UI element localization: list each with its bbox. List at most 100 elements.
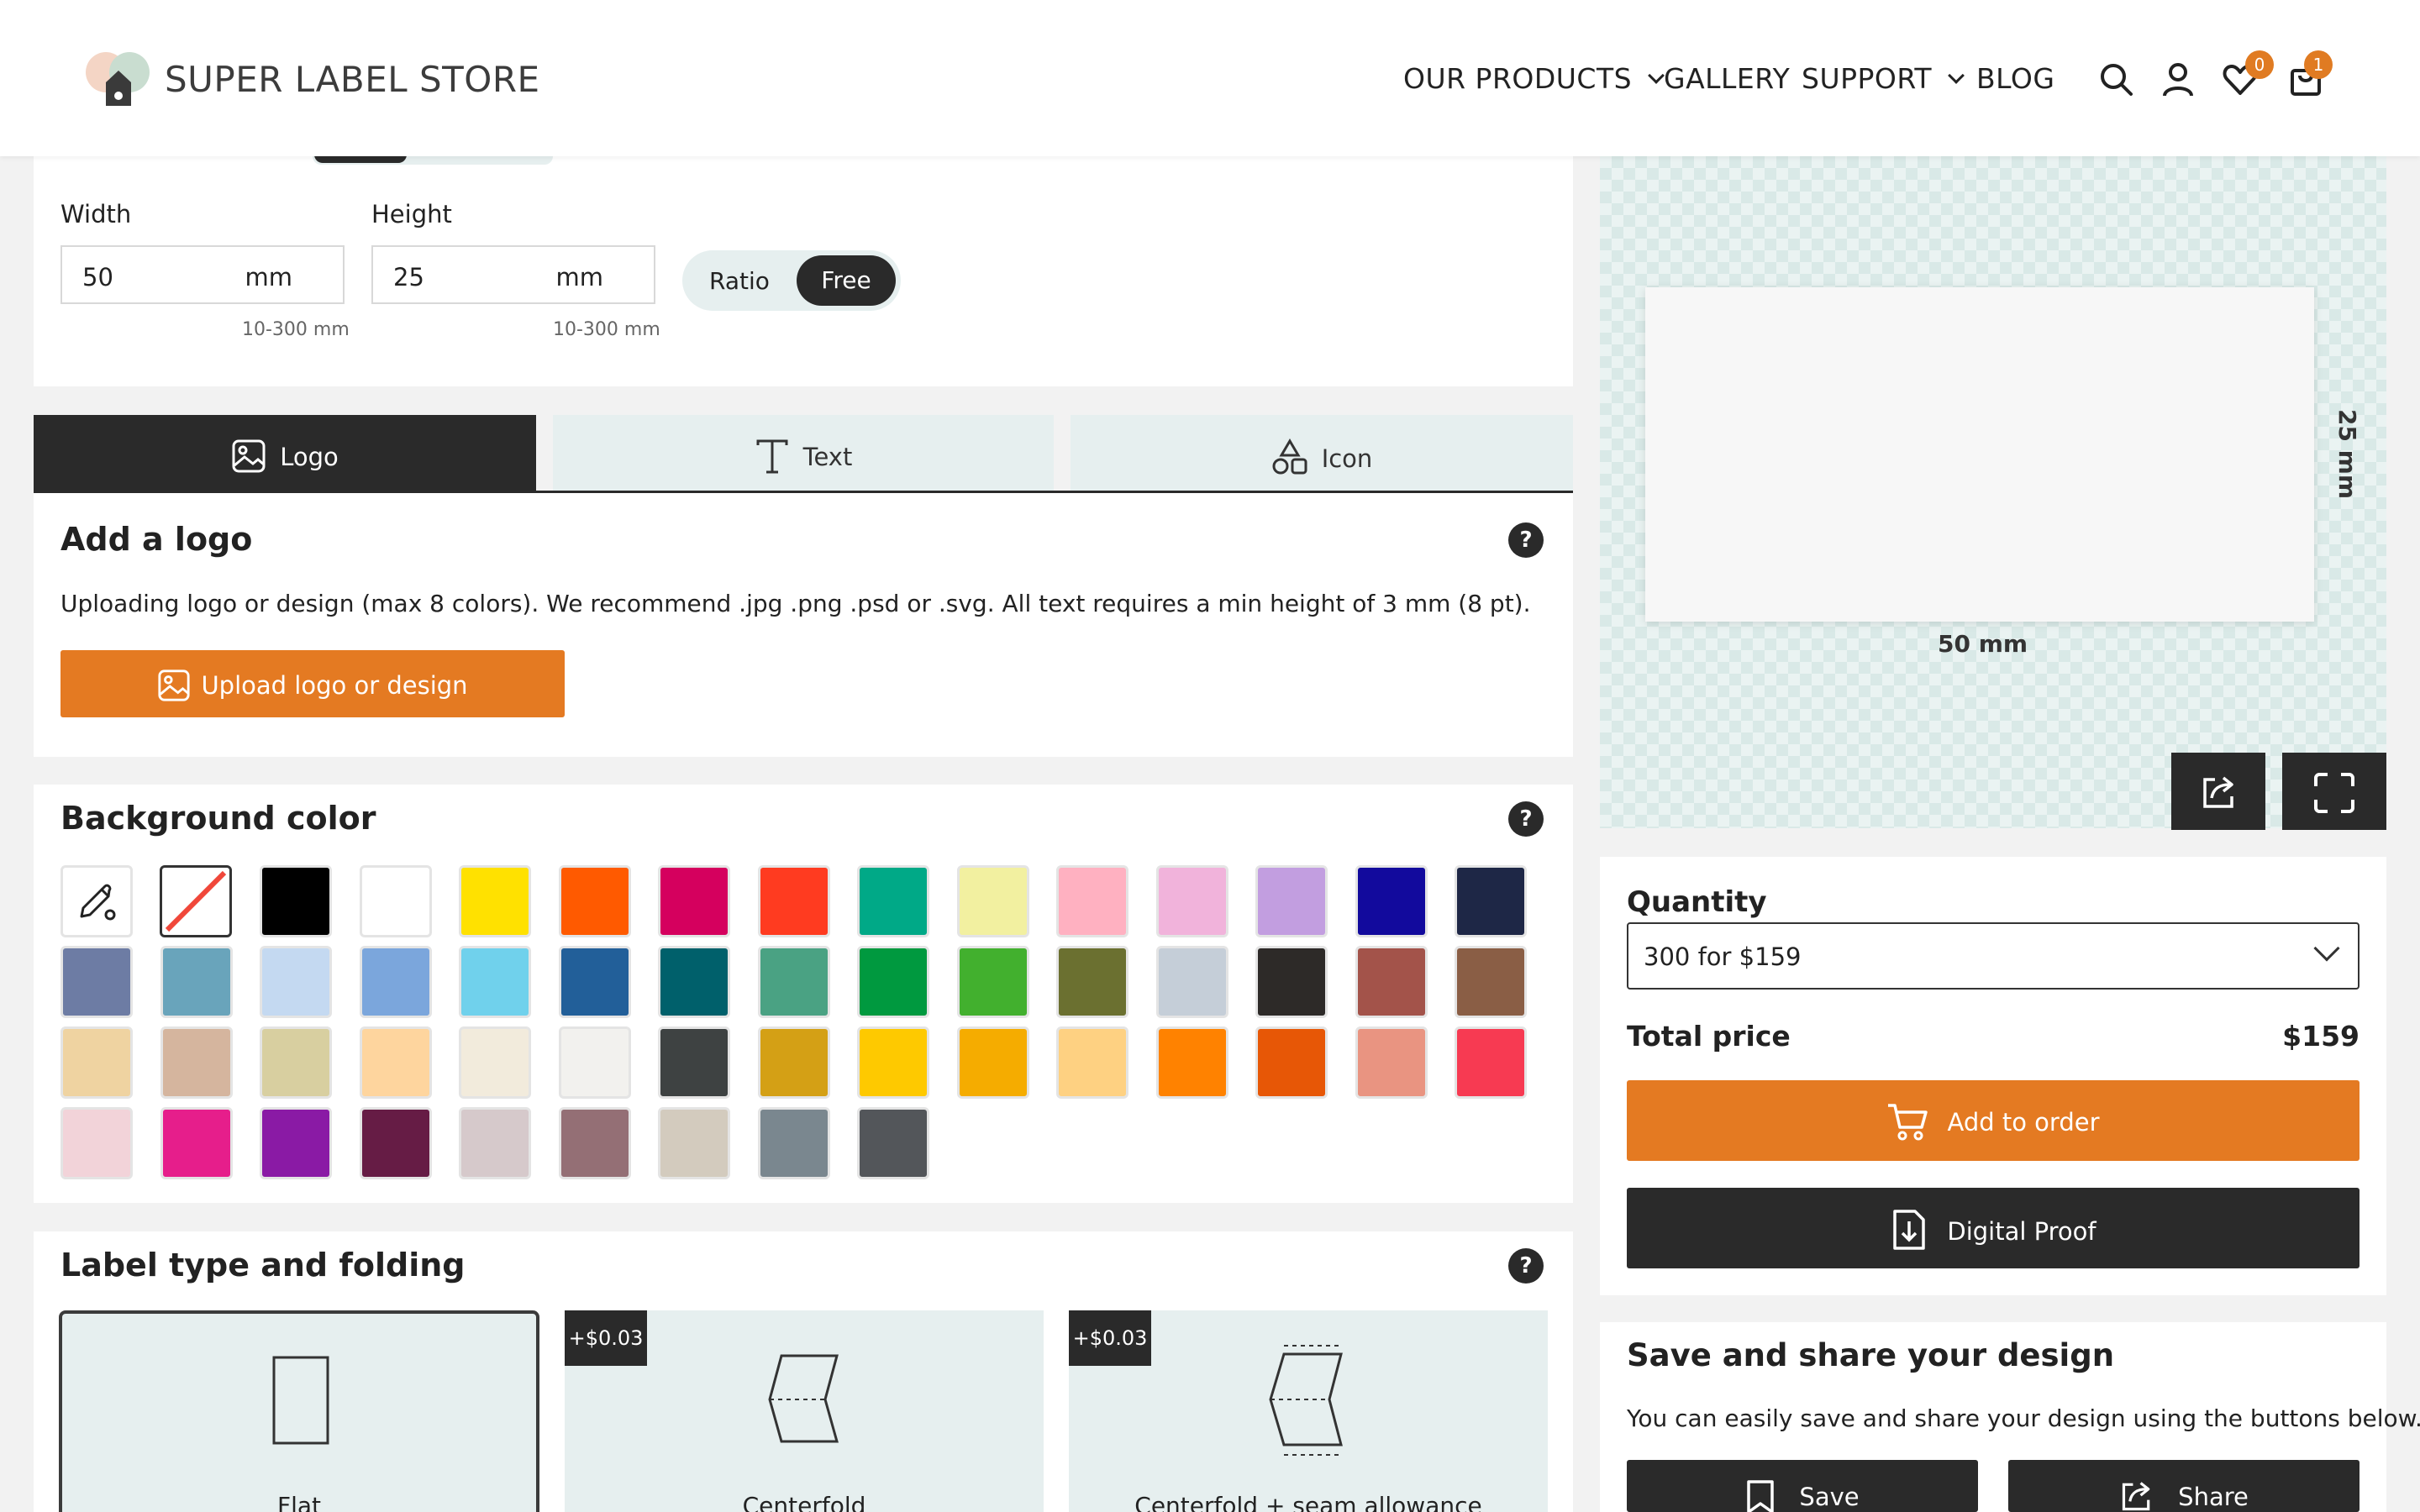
color-swatch[interactable] [160,946,233,1018]
save-design-button[interactable]: Save [1627,1460,1978,1512]
color-swatch[interactable] [956,946,1029,1018]
color-swatch[interactable] [1255,865,1328,937]
color-swatch[interactable] [260,1026,332,1099]
color-swatch[interactable] [1355,1026,1428,1099]
color-swatch[interactable] [558,865,631,937]
nav-blog[interactable]: BLOG [1976,62,2054,95]
label-canvas[interactable] [1645,287,2314,622]
ratio-free-toggle[interactable]: Ratio Free [682,250,901,311]
shapes-icon [1272,438,1307,475]
color-swatch[interactable] [558,1026,631,1099]
height-unit: mm [555,263,604,291]
color-swatch[interactable] [1455,946,1527,1018]
account-icon[interactable] [2160,60,2196,97]
color-swatch[interactable] [956,865,1029,937]
nav-gallery[interactable]: GALLERY [1664,62,1790,95]
color-swatch[interactable] [857,1026,929,1099]
color-swatch[interactable] [1155,1026,1228,1099]
color-swatch[interactable] [1056,946,1128,1018]
width-input[interactable]: 50 mm [60,245,345,304]
total-price-value: $159 [2282,1020,2360,1053]
color-swatch[interactable] [757,946,830,1018]
color-swatch[interactable] [757,865,830,937]
logo-section-description: Uploading logo or design (max 8 colors).… [60,590,1531,617]
color-swatch[interactable] [60,1026,133,1099]
color-swatch[interactable] [558,1107,631,1179]
logo-help-icon[interactable]: ? [1508,522,1544,558]
color-swatch[interactable] [160,1026,233,1099]
color-swatch[interactable] [1255,946,1328,1018]
nav-label: SUPPORT [1802,62,1933,95]
tab-logo[interactable]: Logo [34,415,536,492]
nav-our-products[interactable]: OUR PRODUCTS [1403,62,1665,95]
tab-text[interactable]: Text [553,415,1054,492]
ratio-option[interactable]: Ratio [709,267,770,295]
color-swatch[interactable] [658,946,730,1018]
color-swatch[interactable] [558,946,631,1018]
color-swatch[interactable] [1155,865,1228,937]
color-swatch[interactable] [359,1026,432,1099]
tab-icon[interactable]: Icon [1071,415,1573,492]
color-swatch[interactable] [1355,865,1428,937]
color-swatch[interactable] [359,1107,432,1179]
color-swatch[interactable] [1455,865,1527,937]
color-swatch[interactable] [956,1026,1029,1099]
preview-fullscreen-button[interactable] [2282,753,2386,830]
color-swatch[interactable] [658,1107,730,1179]
color-swatch[interactable] [1056,865,1128,937]
folding-help-icon[interactable]: ? [1508,1248,1544,1284]
color-swatch[interactable] [60,946,133,1018]
color-swatch[interactable] [60,1107,133,1179]
fold-option-centerfold-seam[interactable]: +$0.03 [1069,1310,1548,1512]
color-swatch[interactable] [1056,1026,1128,1099]
color-swatch[interactable] [260,1107,332,1179]
color-swatch[interactable] [459,946,531,1018]
centerfold-seam-icon [1269,1345,1343,1456]
fold-option-flat[interactable] [59,1310,539,1512]
brand-name[interactable]: SUPER LABEL STORE [165,59,540,100]
color-swatch[interactable] [359,946,432,1018]
folding-title: Label type and folding [60,1247,466,1284]
background-help-icon[interactable]: ? [1508,801,1544,837]
no-color-swatch[interactable] [160,865,232,937]
color-swatch[interactable] [1155,946,1228,1018]
upload-label: Upload logo or design [201,671,468,700]
quantity-value: 300 for $159 [1644,942,1802,971]
search-icon[interactable] [2097,60,2134,97]
color-swatch[interactable] [459,1026,531,1099]
color-swatch[interactable] [658,865,730,937]
share-design-button[interactable]: Share [2008,1460,2360,1512]
height-input[interactable]: 25 mm [371,245,655,304]
color-swatch[interactable] [857,865,929,937]
custom-color-swatch[interactable] [60,865,133,937]
color-swatch[interactable] [658,1026,730,1099]
color-swatch[interactable] [260,865,332,937]
upload-logo-button[interactable]: Upload logo or design [60,650,565,717]
preview-share-button[interactable] [2171,753,2265,830]
color-swatch[interactable] [1255,1026,1328,1099]
color-swatch[interactable] [757,1107,830,1179]
color-swatch[interactable] [757,1026,830,1099]
quantity-select[interactable]: 300 for $159 [1627,922,2360,990]
color-swatch[interactable] [1355,946,1428,1018]
add-to-order-button[interactable]: Add to order [1627,1080,2360,1161]
color-swatch[interactable] [459,865,531,937]
tab-label: Logo [280,443,339,471]
color-swatch[interactable] [359,865,432,937]
color-swatch[interactable] [260,946,332,1018]
nav-support[interactable]: SUPPORT [1802,62,1965,95]
free-option[interactable]: Free [797,255,896,306]
color-swatch[interactable] [160,1107,233,1179]
color-swatch[interactable] [459,1107,531,1179]
color-swatch[interactable] [857,946,929,1018]
tab-label: Text [802,443,853,471]
image-icon [232,439,266,473]
fullscreen-icon [2314,773,2354,813]
fold-option-centerfold[interactable]: +$0.03 [565,1310,1044,1512]
color-swatch[interactable] [1455,1026,1527,1099]
digital-proof-button[interactable]: Digital Proof [1627,1188,2360,1268]
price-tag: +$0.03 [565,1310,647,1366]
brand-logo-icon[interactable] [81,49,158,108]
color-picker-icon [80,884,116,921]
color-swatch[interactable] [857,1107,929,1179]
